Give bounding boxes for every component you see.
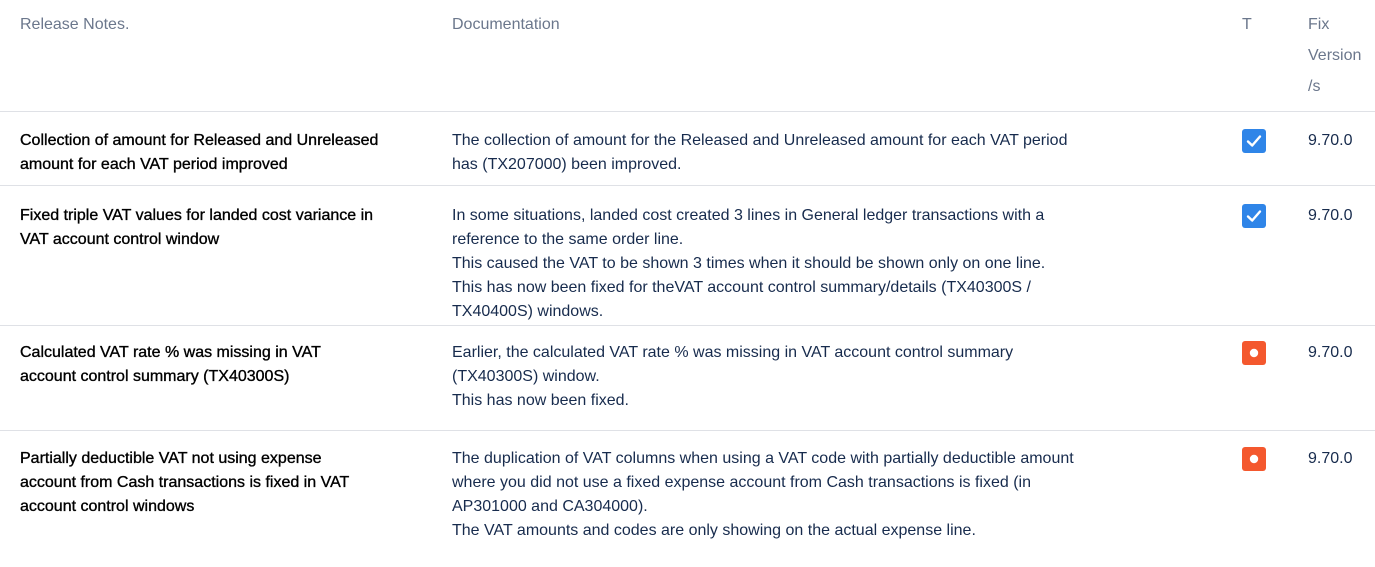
header-documentation: Documentation xyxy=(452,16,560,33)
header-fix-version: Fix Version /s xyxy=(1308,0,1375,111)
table-row: Fixed triple VAT values for landed cost … xyxy=(0,186,1375,326)
doc-line: AP301000 and CA304000). xyxy=(452,498,648,515)
table-row: Partially deductible VAT not using expen… xyxy=(0,431,1375,567)
doc-line: Earlier, the calculated VAT rate % was m… xyxy=(452,344,1014,361)
title-line: Fixed triple VAT values for landed cost … xyxy=(20,207,374,224)
status-cell xyxy=(1222,186,1308,325)
documentation-text: The duplication of VAT columns when usin… xyxy=(452,431,1222,567)
doc-line: In some situations, landed cost created … xyxy=(452,207,1045,224)
documentation-text: In some situations, landed cost created … xyxy=(452,186,1222,325)
title-line: Calculated VAT rate % was missing in VAT xyxy=(20,344,321,361)
status-cell xyxy=(1222,112,1308,185)
header-fix-version-line: Version xyxy=(1308,47,1362,64)
title-line: account from Cash transactions is fixed … xyxy=(20,474,350,491)
release-note-title: Calculated VAT rate % was missing in VAT… xyxy=(0,326,452,430)
checkbox-checked-icon[interactable] xyxy=(1242,204,1266,228)
documentation-text: The collection of amount for the Release… xyxy=(452,112,1222,185)
table-row: Collection of amount for Released and Un… xyxy=(0,112,1375,186)
title-line: account control summary (TX40300S) xyxy=(20,368,290,385)
fix-version: 9.70.0 xyxy=(1308,450,1353,467)
header-fix-version-line: Fix xyxy=(1308,16,1330,33)
checkbox-checked-icon[interactable] xyxy=(1242,129,1266,153)
status-cell xyxy=(1222,431,1308,567)
doc-line: The VAT amounts and codes are only showi… xyxy=(452,522,976,539)
title-line: account control windows xyxy=(20,498,195,515)
table-row: Calculated VAT rate % was missing in VAT… xyxy=(0,326,1375,431)
status-cell xyxy=(1222,326,1308,430)
release-note-title: Collection of amount for Released and Un… xyxy=(0,112,452,185)
release-notes-table: Release Notes. Documentation T Fix Versi… xyxy=(0,0,1375,567)
doc-line: reference to the same order line. xyxy=(452,231,684,248)
table-header-row: Release Notes. Documentation T Fix Versi… xyxy=(0,0,1375,112)
radio-dot-icon[interactable] xyxy=(1242,447,1266,471)
doc-line: has (TX207000) been improved. xyxy=(452,156,682,173)
doc-line: where you did not use a fixed expense ac… xyxy=(452,474,1031,491)
doc-line: The duplication of VAT columns when usin… xyxy=(452,450,1074,467)
documentation-text: Earlier, the calculated VAT rate % was m… xyxy=(452,326,1222,430)
title-line: Collection of amount for Released and Un… xyxy=(20,132,379,149)
header-release-notes: Release Notes. xyxy=(20,16,130,33)
release-note-title: Fixed triple VAT values for landed cost … xyxy=(0,186,452,325)
doc-line: The collection of amount for the Release… xyxy=(452,132,1068,149)
doc-line: This has now been fixed for theVAT accou… xyxy=(452,279,1031,296)
title-line: amount for each VAT period improved xyxy=(20,156,288,173)
release-note-title: Partially deductible VAT not using expen… xyxy=(0,431,452,567)
fix-version: 9.70.0 xyxy=(1308,207,1353,224)
doc-line: This caused the VAT to be shown 3 times … xyxy=(452,255,1046,272)
doc-line: (TX40300S) window. xyxy=(452,368,600,385)
title-line: Partially deductible VAT not using expen… xyxy=(20,450,322,467)
header-t: T xyxy=(1242,16,1252,33)
title-line: VAT account control window xyxy=(20,231,220,248)
doc-line: This has now been fixed. xyxy=(452,392,629,409)
fix-version: 9.70.0 xyxy=(1308,344,1353,361)
fix-version: 9.70.0 xyxy=(1308,132,1353,149)
radio-dot-icon[interactable] xyxy=(1242,341,1266,365)
doc-line: TX40400S) windows. xyxy=(452,303,604,320)
header-fix-version-line: /s xyxy=(1308,78,1321,95)
